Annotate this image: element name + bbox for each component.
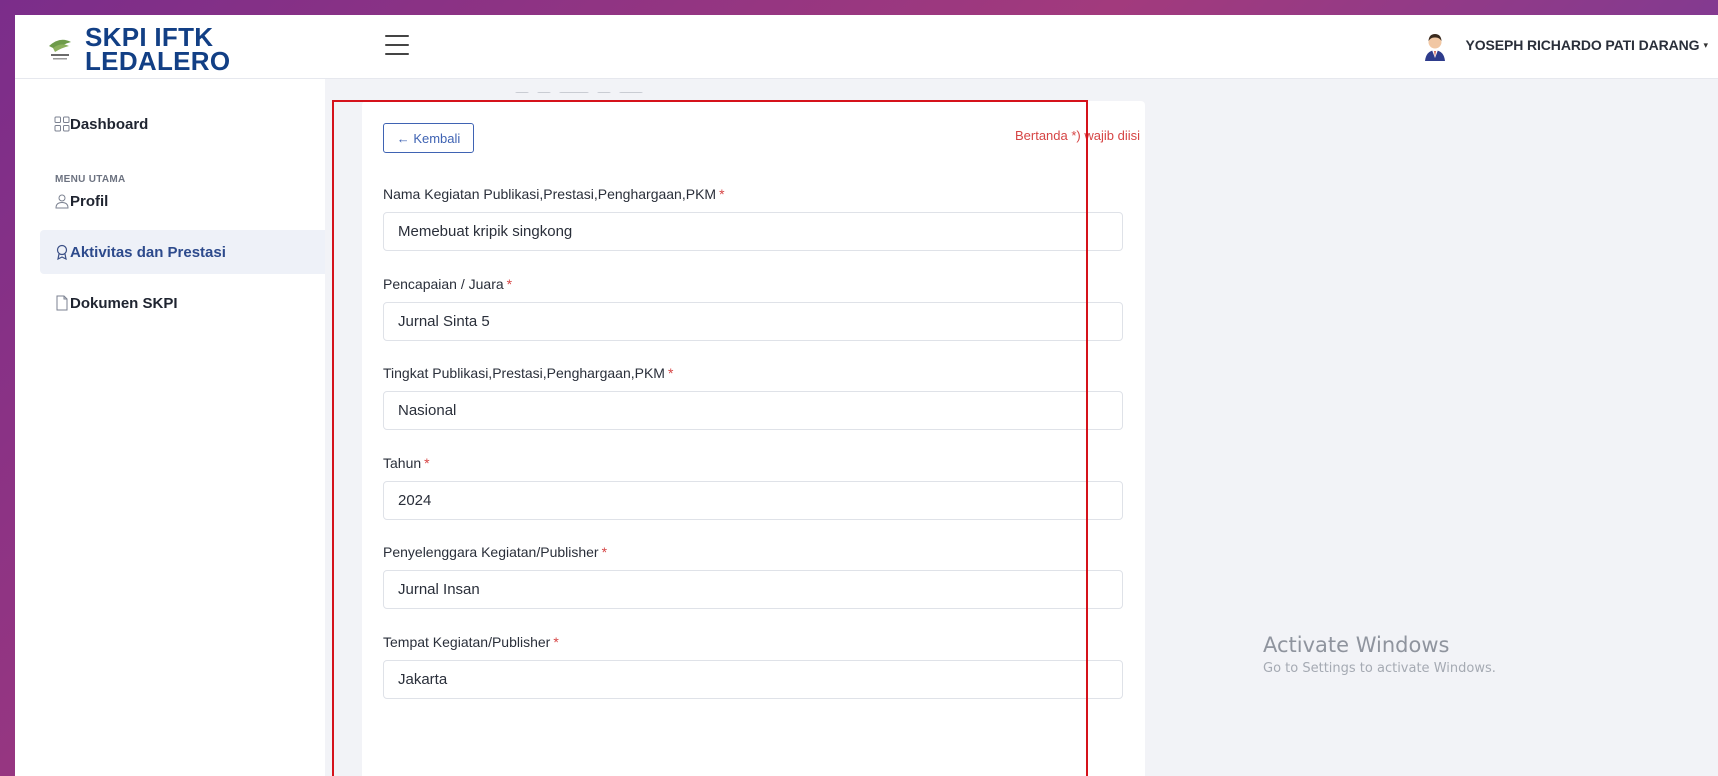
- logo-icon: [49, 39, 71, 60]
- label-text: Nama Kegiatan Publikasi,Prestasi,Penghar…: [383, 186, 717, 202]
- brand-line-2: LEDALERO: [85, 46, 231, 76]
- user-menu[interactable]: YOSEPH RICHARDO PATI DARANG ▾: [1417, 27, 1708, 63]
- watermark-subtitle: Go to Settings to activate Windows.: [1263, 661, 1496, 676]
- menu-toggle-icon[interactable]: [385, 35, 409, 55]
- top-navbar: SKPI IFTK LEDALERO YOSEPH RICHARDO PATI …: [15, 15, 1718, 79]
- field-label-tingkat: Tingkat Publikasi,Prestasi,Penghargaan,P…: [383, 365, 673, 381]
- field-label-nama-kegiatan: Nama Kegiatan Publikasi,Prestasi,Penghar…: [383, 186, 725, 202]
- label-text: Pencapaian / Juara: [383, 276, 504, 292]
- required-mark: *: [601, 544, 608, 560]
- required-note: Bertanda *) wajib diisi: [1014, 128, 1140, 143]
- label-text: Tingkat Publikasi,Prestasi,Penghargaan,P…: [383, 365, 665, 381]
- watermark-title: Activate Windows: [1263, 633, 1450, 657]
- required-mark: *: [553, 634, 559, 650]
- required-mark: *: [506, 276, 513, 292]
- field-label-penyelenggara: Penyelenggara Kegiatan/Publisher *: [383, 544, 607, 560]
- avatar: [1417, 27, 1454, 63]
- brand-name: SKPI IFTK LEDALERO: [85, 24, 231, 76]
- award-icon: [56, 244, 68, 260]
- sidebar: Dashboard MENU UTAMA Profil Aktivitas da…: [15, 79, 325, 776]
- field-label-pencapaian: Pencapaian / Juara *: [383, 276, 512, 292]
- tahun-input[interactable]: [383, 481, 1123, 520]
- field-label-tempat: Tempat Kegiatan/Publisher *: [383, 634, 559, 650]
- required-mark: *: [719, 186, 725, 202]
- app-window: SKPI IFTK LEDALERO YOSEPH RICHARDO PATI …: [15, 15, 1718, 776]
- pencapaian-input[interactable]: [383, 302, 1123, 341]
- sidebar-item-profil[interactable]: Profil: [40, 179, 325, 223]
- field-label-tahun: Tahun *: [383, 455, 430, 471]
- sidebar-item-label: Aktivitas dan Prestasi: [70, 243, 226, 261]
- windows-activation-watermark: Activate Windows Go to Settings to activ…: [1263, 633, 1496, 676]
- chevron-down-icon: ▾: [1703, 39, 1708, 50]
- label-text: Tahun: [383, 455, 422, 471]
- tingkat-input[interactable]: [383, 391, 1123, 430]
- sidebar-item-label: Dashboard: [70, 115, 149, 133]
- faded-breadcrumb: [515, 83, 705, 93]
- required-mark: *: [667, 365, 674, 381]
- user-icon: [55, 194, 69, 209]
- label-text: Tempat Kegiatan/Publisher: [383, 634, 551, 650]
- sidebar-item-label: Profil: [70, 192, 109, 210]
- file-icon: [56, 295, 68, 311]
- sidebar-item-aktivitas[interactable]: Aktivitas dan Prestasi: [40, 230, 325, 274]
- required-mark: *: [424, 455, 430, 471]
- label-text: Penyelenggara Kegiatan/Publisher: [383, 544, 599, 560]
- sidebar-item-dokumen[interactable]: Dokumen SKPI: [40, 281, 325, 325]
- sidebar-item-label: Dokumen SKPI: [70, 294, 178, 312]
- penyelenggara-input[interactable]: [383, 570, 1123, 609]
- sidebar-item-dashboard[interactable]: Dashboard: [40, 102, 325, 146]
- user-name: YOSEPH RICHARDO PATI DARANG: [1465, 37, 1700, 53]
- brand[interactable]: SKPI IFTK LEDALERO: [43, 24, 231, 76]
- back-button[interactable]: ← Kembali: [383, 123, 474, 153]
- grid-icon: [54, 116, 70, 132]
- tempat-input[interactable]: [383, 660, 1123, 699]
- nama-kegiatan-input[interactable]: [383, 212, 1123, 251]
